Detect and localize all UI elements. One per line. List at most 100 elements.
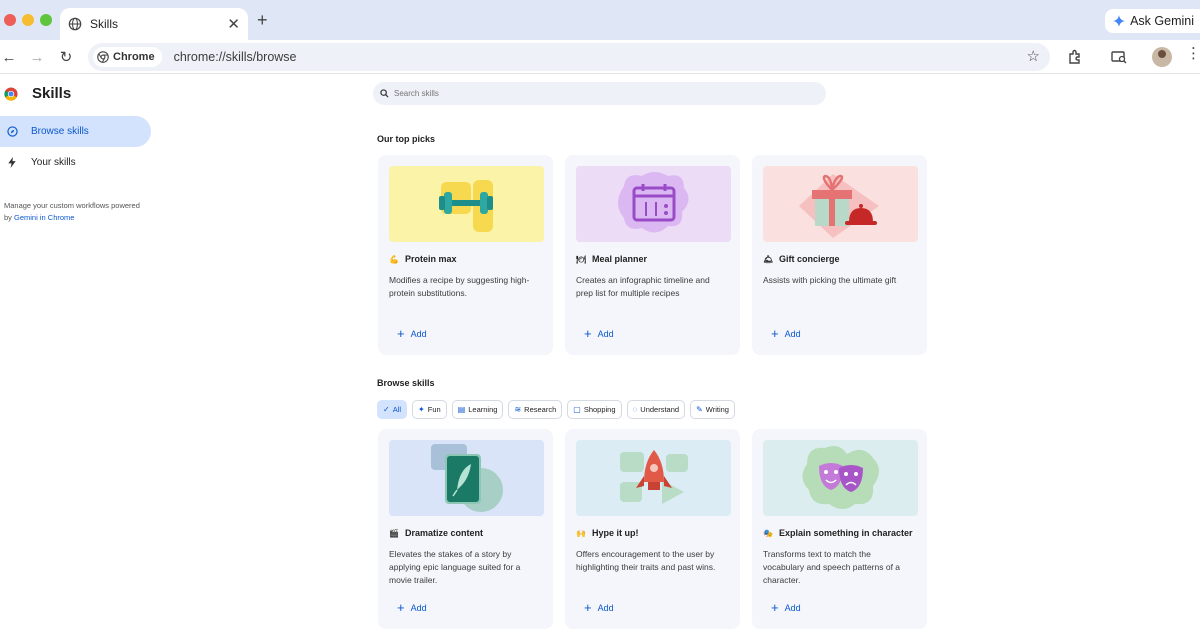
theater-masks-icon: [802, 446, 879, 509]
skill-title-row: 💪 Protein max: [389, 254, 457, 264]
filter-chip-shopping[interactable]: ▢ Shopping: [567, 400, 622, 419]
filter-chip-fun[interactable]: ✦ Fun: [412, 400, 447, 419]
add-label: Add: [784, 328, 801, 339]
bag-icon: ▢: [573, 405, 581, 414]
skill-illustration: [763, 440, 918, 516]
add-skill-button[interactable]: + Add: [397, 601, 427, 614]
search-input[interactable]: [394, 89, 794, 98]
skill-description: Creates an infographic timeline and prep…: [576, 275, 710, 298]
theater-masks-emoji-icon: 🎭: [763, 528, 773, 538]
minimize-window-button[interactable]: [22, 14, 34, 26]
plus-icon: +: [584, 600, 592, 615]
calendar-utensils-icon: [618, 172, 689, 233]
chrome-logo-icon: [4, 86, 18, 101]
search-skills-field[interactable]: [373, 82, 826, 105]
add-label: Add: [410, 602, 427, 613]
plus-icon: +: [771, 326, 779, 341]
sidebar-item-label: Browse skills: [31, 126, 89, 137]
tab-strip: Skills ✕ + Ask Gemini: [0, 0, 1200, 40]
filter-chip-understand[interactable]: ◌ Understand: [626, 400, 686, 419]
add-skill-button[interactable]: + Add: [584, 601, 614, 614]
skill-card-explain-in-character[interactable]: 🎭 Explain something in character Transfo…: [752, 429, 927, 629]
quill-scroll-icon: [431, 444, 503, 512]
filter-chip-research[interactable]: ≋ Research: [508, 400, 563, 419]
page-title: Skills: [32, 85, 72, 102]
skill-illustration: [576, 440, 731, 516]
filter-label: Understand: [640, 405, 680, 414]
add-skill-button[interactable]: + Add: [771, 601, 801, 614]
profile-avatar[interactable]: [1152, 47, 1172, 67]
add-label: Add: [784, 602, 801, 613]
plus-icon: +: [771, 600, 779, 615]
site-chip[interactable]: Chrome: [93, 47, 162, 67]
close-icon[interactable]: ✕: [227, 17, 240, 32]
add-skill-button[interactable]: + Add: [771, 327, 801, 340]
skill-card-protein-max[interactable]: 💪 Protein max Modifies a recipe by sugge…: [378, 155, 553, 355]
ask-gemini-label: Ask Gemini: [1130, 14, 1194, 28]
filter-chip-learning[interactable]: ▤ Learning: [451, 400, 504, 419]
forward-button[interactable]: →: [28, 48, 46, 66]
gemini-in-chrome-link[interactable]: Gemini in Chrome: [14, 213, 74, 222]
add-label: Add: [410, 328, 427, 339]
skill-title-row: 🍽 Meal planner: [576, 254, 647, 264]
reload-button[interactable]: ↻: [57, 48, 75, 66]
new-tab-button[interactable]: +: [257, 10, 268, 31]
clapperboard-icon: 🎬: [389, 528, 399, 538]
add-skill-button[interactable]: + Add: [397, 327, 427, 340]
plus-icon: +: [584, 326, 592, 341]
skill-illustration: [576, 166, 731, 242]
raised-hands-icon: 🙌: [576, 528, 586, 538]
maximize-window-button[interactable]: [40, 14, 52, 26]
skill-title: Hype it up!: [592, 528, 639, 538]
skill-card-hype-it-up[interactable]: 🙌 Hype it up! Offers encouragement to th…: [565, 429, 740, 629]
skill-illustration: [763, 166, 918, 242]
skill-title: Protein max: [405, 254, 457, 264]
more-menu-icon[interactable]: ⋮: [1186, 46, 1200, 61]
add-skill-button[interactable]: + Add: [584, 327, 614, 340]
site-chip-label: Chrome: [113, 51, 155, 63]
bolt-icon: [6, 157, 18, 169]
gift-bell-icon: [799, 174, 879, 238]
ask-gemini-button[interactable]: Ask Gemini: [1105, 9, 1200, 33]
close-window-button[interactable]: [4, 14, 16, 26]
skill-description: Elevates the stakes of a story by applyi…: [389, 549, 521, 585]
skill-title-row: 🎬 Dramatize content: [389, 528, 483, 538]
sidebar-item-browse-skills[interactable]: Browse skills: [0, 116, 151, 147]
book-icon: ▤: [457, 405, 466, 414]
tab-search-icon[interactable]: [1110, 48, 1128, 66]
filter-label: Research: [524, 405, 557, 414]
skill-card-meal-planner[interactable]: 🍽 Meal planner Creates an infographic ti…: [565, 155, 740, 355]
filter-chip-all[interactable]: ✓ All: [377, 400, 408, 419]
filter-label: Writing: [705, 405, 729, 414]
chrome-icon: [97, 51, 109, 63]
sidebar-item-label: Your skills: [31, 157, 76, 168]
filter-chip-writing[interactable]: ✎ Writing: [690, 400, 735, 419]
skill-description: Offers encouragement to the user by high…: [576, 549, 716, 572]
skill-card-dramatize-content[interactable]: 🎬 Dramatize content Elevates the stakes …: [378, 429, 553, 629]
sidebar-item-your-skills[interactable]: Your skills: [0, 147, 151, 178]
gemini-sparkle-icon: [1113, 15, 1126, 27]
skill-description: Modifies a recipe by suggesting high-pro…: [389, 275, 530, 298]
pen-icon: ✎: [696, 405, 703, 414]
bulb-icon: ◌: [632, 405, 638, 414]
address-bar[interactable]: Chrome chrome://skills/browse ☆: [88, 43, 1050, 71]
skill-title: Dramatize content: [405, 528, 484, 538]
bookmark-star-icon[interactable]: ☆: [1027, 47, 1040, 65]
skill-illustration: [389, 440, 544, 516]
filter-chips: ✓ All ✦ Fun ▤ Learning ≋ Research ▢ Shop…: [377, 400, 735, 419]
url-text: chrome://skills/browse: [173, 50, 297, 64]
skill-card-gift-concierge[interactable]: 🛎 Gift concierge Assists with picking th…: [752, 155, 927, 355]
globe-icon: [68, 17, 82, 31]
search-icon: [380, 89, 389, 98]
skill-title: Meal planner: [592, 254, 648, 264]
compass-icon: [6, 126, 18, 138]
back-button[interactable]: ←: [0, 48, 18, 66]
tab-skills[interactable]: Skills ✕: [60, 8, 248, 40]
extensions-icon[interactable]: [1066, 48, 1084, 66]
add-label: Add: [597, 602, 614, 613]
dumbbell-icon: [439, 180, 493, 232]
rocket-icon: [620, 450, 688, 504]
plus-icon: +: [397, 600, 405, 615]
filter-label: Fun: [427, 405, 441, 414]
tab-title: Skills: [90, 17, 119, 31]
